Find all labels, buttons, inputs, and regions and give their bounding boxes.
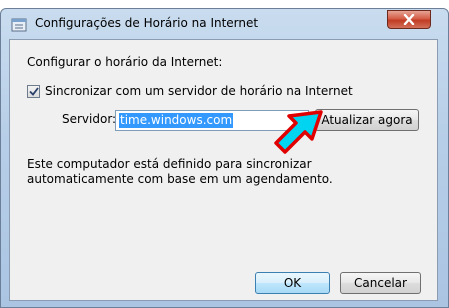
pointer-arrow-icon: [274, 110, 323, 154]
